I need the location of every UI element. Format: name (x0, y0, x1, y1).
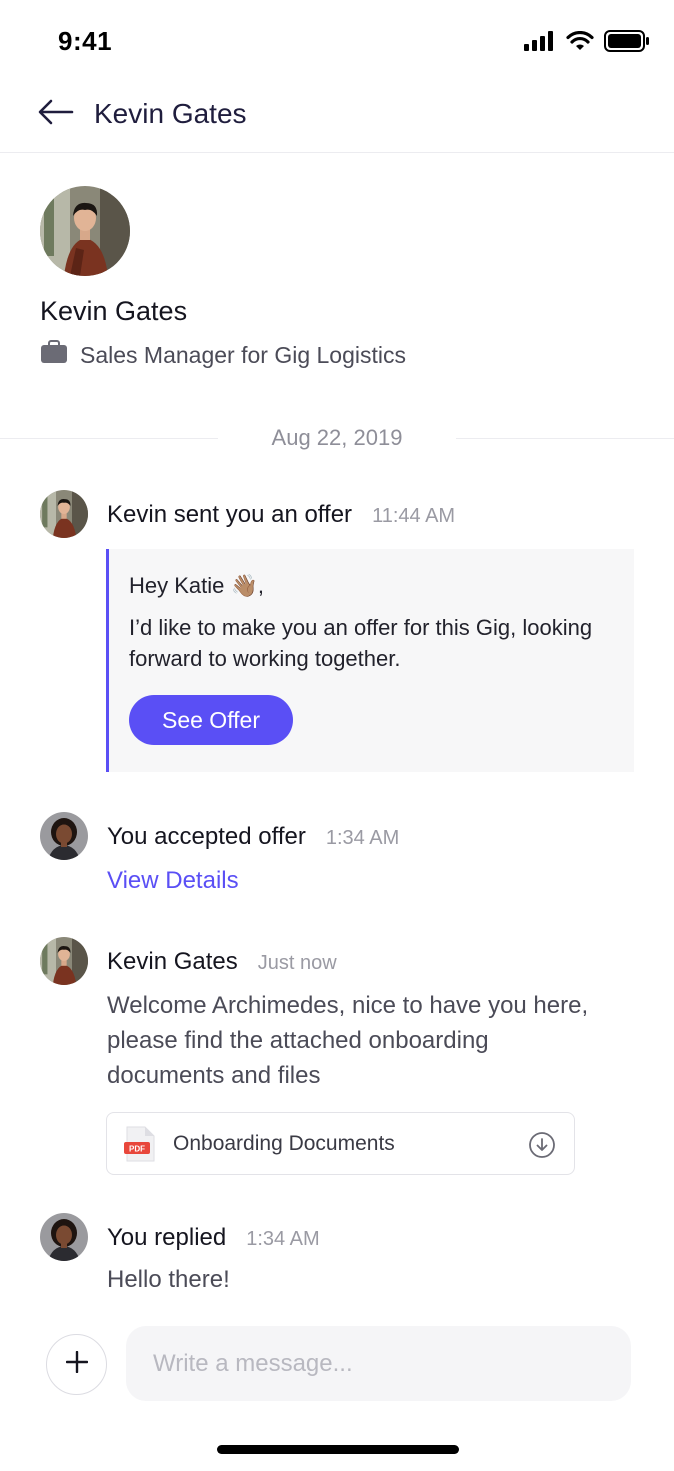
message-sender: Kevin sent you an offer (107, 501, 353, 528)
sender-avatar[interactable] (40, 490, 88, 538)
message-header: Kevin sent you an offer 11:44 AM (107, 501, 455, 529)
pdf-label: PDF (129, 1145, 145, 1154)
view-details-link[interactable]: View Details (107, 867, 239, 895)
message-header: You accepted offer 1:34 AM (107, 823, 399, 851)
message-sender: You replied (107, 1224, 227, 1251)
offer-card: Hey Katie 👋🏽, I’d like to make you an of… (106, 549, 634, 772)
wifi-icon (566, 30, 594, 56)
status-time: 9:41 (58, 26, 113, 56)
message-body: Hello there! (107, 1266, 230, 1293)
status-icons (524, 30, 650, 57)
plus-icon (65, 1350, 88, 1378)
date-divider: Aug 22, 2019 (0, 424, 674, 452)
add-attachment-button[interactable] (46, 1334, 107, 1395)
chat-header: Kevin Gates (0, 80, 674, 153)
message-time: 1:34 AM (246, 1228, 320, 1250)
home-indicator (217, 1445, 459, 1454)
message-sender: Kevin Gates (107, 948, 238, 975)
offer-body: I’d like to make you an offer for this G… (129, 615, 593, 671)
message-time: 1:34 AM (325, 827, 400, 849)
profile-role: Sales Manager for Gig Logistics (40, 340, 406, 370)
user-avatar[interactable] (40, 1213, 88, 1261)
message-header: You replied 1:34 AM (107, 1224, 320, 1252)
attachment-card[interactable]: PDF Onboarding Documents (106, 1112, 575, 1175)
signal-icon (524, 31, 556, 56)
header-title: Kevin Gates (94, 98, 247, 129)
profile-name: Kevin Gates (40, 296, 188, 326)
profile-avatar[interactable] (40, 186, 130, 276)
user-avatar[interactable] (40, 812, 88, 860)
sender-avatar[interactable] (40, 937, 88, 985)
message-time: 11:44 AM (372, 505, 456, 527)
message-input[interactable] (126, 1326, 631, 1401)
battery-icon (604, 30, 650, 57)
pdf-file-icon: PDF (123, 1126, 157, 1167)
back-button[interactable] (36, 96, 76, 132)
divider-line (456, 438, 674, 439)
attachment-name: Onboarding Documents (173, 1132, 395, 1155)
offer-greeting: Hey Katie 👋🏽, (129, 573, 264, 598)
message-time: Just now (257, 952, 337, 974)
message-sender: You accepted offer (107, 823, 306, 850)
see-offer-button[interactable]: See Offer (129, 695, 293, 745)
message-body: Welcome Archimedes, nice to have you her… (107, 992, 589, 1089)
message-header: Kevin Gates Just now (107, 948, 337, 976)
briefcase-icon (40, 340, 68, 370)
back-arrow-icon (38, 99, 74, 130)
download-icon[interactable] (528, 1131, 556, 1164)
status-bar: 9:41 (0, 0, 674, 80)
profile-role-text: Sales Manager for Gig Logistics (80, 341, 406, 368)
